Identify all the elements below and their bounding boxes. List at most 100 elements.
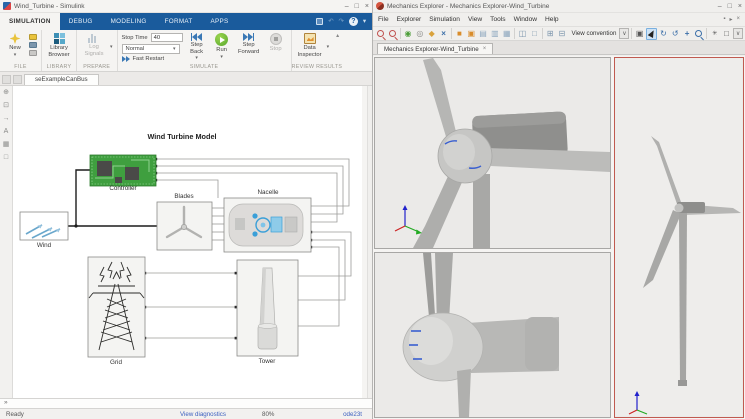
tab-apps[interactable]: APPS bbox=[202, 13, 238, 30]
mechanics-explorer-app-icon bbox=[376, 2, 384, 10]
simulink-titlebar[interactable]: Wind_Turbine - Simulink – □ × bbox=[0, 0, 372, 13]
toolstrip-collapse-icon[interactable]: ▴ bbox=[336, 32, 339, 39]
maximize-icon[interactable]: □ bbox=[355, 0, 359, 13]
mech-titlebar[interactable]: Mechanics Explorer - Mechanics Explorer-… bbox=[373, 0, 745, 13]
model-canvas[interactable]: Wind Turbine Model Controller Blades Nac… bbox=[13, 86, 362, 398]
minimize-icon[interactable]: – bbox=[345, 0, 349, 13]
hub-closeup-view[interactable] bbox=[374, 252, 611, 418]
folder-icon[interactable]: ▤ bbox=[478, 28, 489, 40]
save-icon[interactable] bbox=[316, 18, 323, 25]
stop-button[interactable]: Stop bbox=[265, 33, 287, 53]
status-solver[interactable]: ode23t bbox=[343, 411, 362, 418]
nav-back-icon[interactable] bbox=[2, 75, 11, 84]
wind-block[interactable] bbox=[20, 212, 68, 240]
command-strip[interactable]: » bbox=[0, 398, 372, 408]
run-button[interactable]: Run ▾ bbox=[211, 33, 233, 60]
mech-viewport-area bbox=[373, 56, 745, 419]
pan-icon[interactable]: + bbox=[682, 28, 693, 40]
stop-time-label: Stop Time bbox=[122, 35, 148, 41]
close-icon[interactable]: × bbox=[738, 0, 742, 13]
paint-icon[interactable]: ◆ bbox=[426, 28, 437, 40]
sim-mode-dropdown-icon: ▾ bbox=[173, 46, 176, 52]
tab-simulation[interactable]: SIMULATION bbox=[0, 13, 60, 30]
menu-simulation[interactable]: Simulation bbox=[429, 16, 460, 23]
step-forward-button[interactable]: Step Forward bbox=[236, 33, 262, 55]
fit-to-view-icon[interactable]: ⊡ bbox=[3, 102, 9, 110]
target-icon[interactable]: ◎ bbox=[414, 28, 425, 40]
nav-forward-icon[interactable] bbox=[13, 75, 22, 84]
fast-restart-toggle[interactable]: Fast Restart bbox=[122, 56, 183, 62]
tower-block[interactable] bbox=[237, 260, 298, 356]
viewport-layout-icon[interactable]: □ bbox=[721, 28, 732, 40]
minimize-icon[interactable]: – bbox=[718, 0, 722, 13]
camera-icon[interactable]: ▣ bbox=[634, 28, 645, 40]
help-icon[interactable]: ? bbox=[349, 17, 358, 26]
grid-block[interactable] bbox=[88, 257, 145, 357]
new-button[interactable]: New ▾ bbox=[4, 33, 26, 58]
zoom-tool-icon[interactable] bbox=[694, 28, 705, 40]
next-view-icon[interactable]: ⊟ bbox=[557, 28, 568, 40]
full-turbine-view[interactable] bbox=[614, 57, 744, 418]
close-icon[interactable]: × bbox=[365, 0, 369, 13]
stop-time-input[interactable]: 40 bbox=[151, 33, 183, 42]
menu-view[interactable]: View bbox=[468, 16, 482, 23]
quick-access-dropdown-icon[interactable]: ▾ bbox=[363, 18, 366, 25]
area-icon[interactable]: □ bbox=[4, 154, 8, 162]
redo-icon[interactable]: ↷ bbox=[339, 18, 344, 25]
menu-tools[interactable]: Tools bbox=[490, 16, 505, 23]
box-icon[interactable]: ■ bbox=[454, 28, 465, 40]
box-arrow-icon[interactable]: ▣ bbox=[466, 28, 477, 40]
folder-2-icon[interactable]: ▥ bbox=[490, 28, 501, 40]
expand-icon[interactable]: × bbox=[438, 28, 449, 40]
zoom-icon[interactable]: ⊕ bbox=[3, 89, 9, 97]
controller-block[interactable] bbox=[90, 155, 156, 186]
nacelle-block[interactable] bbox=[224, 198, 311, 252]
tab-close-icon[interactable]: × bbox=[483, 46, 487, 52]
route-icon[interactable]: → bbox=[3, 115, 10, 123]
fast-restart-icon bbox=[122, 56, 130, 62]
print-icon[interactable] bbox=[29, 50, 37, 56]
model-tab[interactable]: seExampleCanBus bbox=[24, 74, 99, 85]
dock-pin-icon[interactable]: ▪ bbox=[723, 16, 725, 23]
select-cursor-icon[interactable] bbox=[646, 28, 657, 40]
menu-help[interactable]: Help bbox=[545, 16, 559, 23]
view-convention-dropdown[interactable]: ∨ bbox=[619, 28, 629, 39]
open-folder-icon[interactable] bbox=[29, 34, 37, 40]
library-browser-button[interactable]: Library Browser bbox=[46, 33, 72, 58]
front-closeup-view[interactable] bbox=[374, 57, 611, 249]
mech-tab[interactable]: Mechanics Explorer-Wind_Turbine × bbox=[377, 43, 493, 54]
prev-view-icon[interactable]: ⊞ bbox=[545, 28, 556, 40]
save-file-icon[interactable] bbox=[29, 42, 37, 48]
split-view-icon[interactable]: ◫ bbox=[517, 28, 528, 40]
image-icon[interactable]: ▦ bbox=[3, 141, 10, 149]
zoom-out-icon[interactable] bbox=[387, 28, 398, 40]
new-dropdown-icon[interactable]: ▾ bbox=[14, 53, 17, 59]
dock-undock-icon[interactable]: ▸ bbox=[729, 16, 732, 23]
data-inspector-button[interactable]: Data Inspector bbox=[296, 33, 324, 58]
maximize-icon[interactable]: □ bbox=[728, 0, 732, 13]
sim-mode-select[interactable]: Normal ▾ bbox=[122, 44, 180, 54]
step-back-button[interactable]: Step Back ▾ bbox=[186, 33, 208, 62]
annotation-icon[interactable]: A bbox=[4, 128, 9, 136]
log-signals-button[interactable]: Log Signals bbox=[81, 33, 107, 57]
prepare-gallery-dropdown-icon[interactable]: ▾ bbox=[110, 44, 113, 50]
undo-icon[interactable]: ↶ bbox=[328, 18, 333, 25]
tab-format[interactable]: FORMAT bbox=[156, 13, 202, 30]
menu-explorer[interactable]: Explorer bbox=[397, 16, 422, 23]
single-view-icon[interactable]: □ bbox=[529, 28, 540, 40]
blades-block[interactable] bbox=[157, 202, 212, 250]
review-dropdown-icon[interactable]: ▾ bbox=[327, 44, 330, 50]
zoom-in-icon[interactable] bbox=[375, 28, 386, 40]
menu-file[interactable]: File bbox=[378, 16, 389, 23]
menu-window[interactable]: Window bbox=[514, 16, 537, 23]
record-icon[interactable]: ◉ bbox=[403, 28, 414, 40]
view-diagnostics-link[interactable]: View diagnostics bbox=[180, 411, 226, 418]
viewport-layout-dropdown[interactable]: ∨ bbox=[733, 28, 743, 39]
rotate-icon[interactable]: ↻ bbox=[658, 28, 669, 40]
perspective-icon[interactable]: ✳ bbox=[709, 28, 720, 40]
roll-icon[interactable]: ↺ bbox=[670, 28, 681, 40]
tab-debug[interactable]: DEBUG bbox=[60, 13, 102, 30]
dock-close-icon[interactable]: × bbox=[736, 16, 740, 23]
tab-modeling[interactable]: MODELING bbox=[102, 13, 156, 30]
folder-3-icon[interactable]: ▦ bbox=[501, 28, 512, 40]
